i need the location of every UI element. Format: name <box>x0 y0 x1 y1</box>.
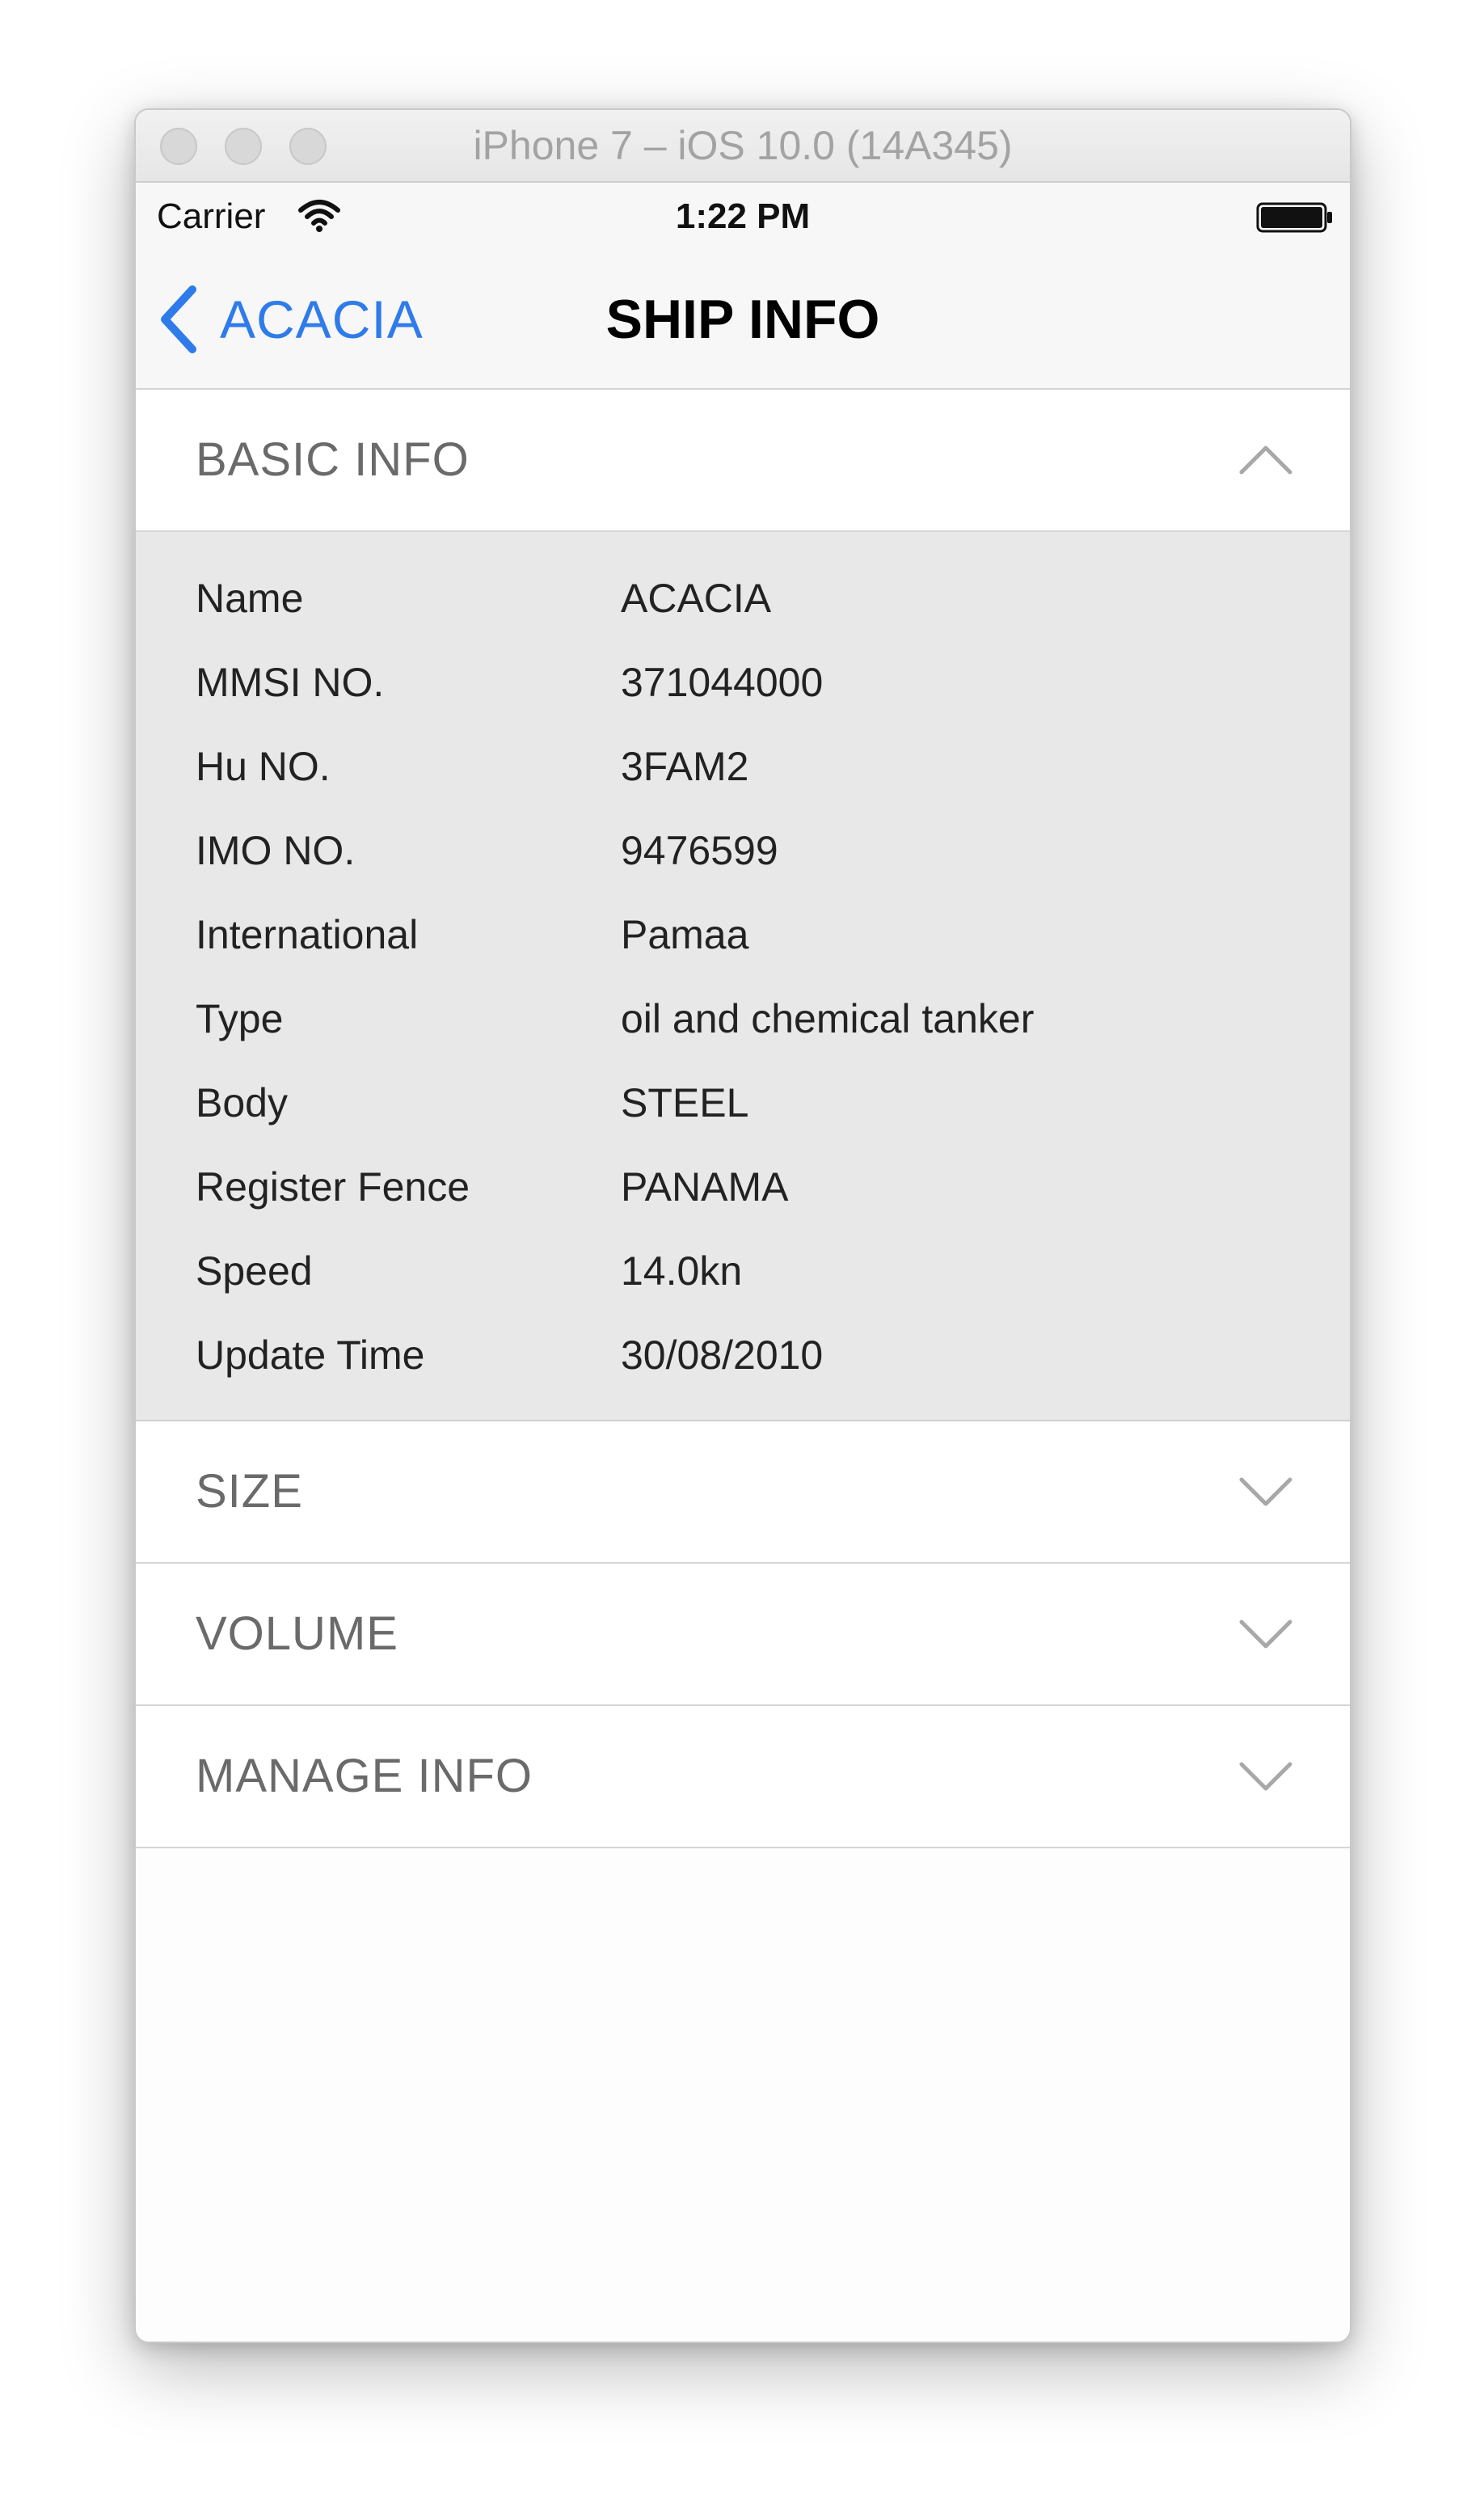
basic-info-panel: Name ACACIA MMSI NO. 371044000 Hu NO. 3F… <box>136 532 1350 1421</box>
detail-value: PANAMA <box>621 1164 789 1210</box>
section-title: SIZE <box>196 1465 303 1518</box>
detail-row-register-fence: Register Fence PANAMA <box>136 1145 1350 1229</box>
detail-value: 30/08/2010 <box>621 1332 824 1378</box>
detail-label: Hu NO. <box>196 744 331 789</box>
detail-label: Body <box>196 1080 288 1125</box>
detail-row-international: International Pamaa <box>136 893 1350 977</box>
detail-value: Pamaa <box>621 912 749 957</box>
section-header-size[interactable]: SIZE <box>136 1421 1350 1564</box>
window-titlebar: iPhone 7 – iOS 10.0 (14A345) <box>136 110 1350 183</box>
detail-label: Name <box>196 576 304 621</box>
detail-row-mmsi: MMSI NO. 371044000 <box>136 640 1350 724</box>
section-header-manage-info[interactable]: MANAGE INFO <box>136 1706 1350 1848</box>
detail-value: 9476599 <box>621 828 778 873</box>
section-title: MANAGE INFO <box>196 1750 533 1802</box>
detail-row-type: Type oil and chemical tanker <box>136 977 1350 1061</box>
detail-label: International <box>196 912 419 957</box>
detail-label: Type <box>196 996 284 1041</box>
detail-row-imo: IMO NO. 9476599 <box>136 809 1350 893</box>
empty-content-area <box>136 1848 1350 2342</box>
window-title: iPhone 7 – iOS 10.0 (14A345) <box>473 123 1013 168</box>
detail-value: oil and chemical tanker <box>621 996 1035 1041</box>
chevron-down-icon <box>1239 1620 1292 1649</box>
detail-row-speed: Speed 14.0kn <box>136 1229 1350 1313</box>
detail-row-hu: Hu NO. 3FAM2 <box>136 724 1350 809</box>
simulator-window: iPhone 7 – iOS 10.0 (14A345) Carrier 1:2… <box>134 108 1351 2343</box>
detail-label: Register Fence <box>196 1164 470 1210</box>
detail-label: Update Time <box>196 1332 425 1378</box>
page-title: SHIP INFO <box>605 289 880 350</box>
detail-value: STEEL <box>621 1080 749 1125</box>
section-header-volume[interactable]: VOLUME <box>136 1564 1350 1706</box>
detail-row-update-time: Update Time 30/08/2010 <box>136 1313 1350 1397</box>
detail-value: 14.0kn <box>621 1248 743 1294</box>
section-header-basic-info[interactable]: BASIC INFO <box>136 390 1350 532</box>
navigation-bar: ACACIA SHIP INFO <box>136 251 1350 390</box>
battery-icon <box>1256 202 1332 233</box>
chevron-up-icon <box>1239 446 1292 475</box>
detail-value: 371044000 <box>621 660 824 705</box>
detail-row-name: Name ACACIA <box>136 556 1350 640</box>
detail-label: IMO NO. <box>196 828 356 873</box>
section-title: VOLUME <box>196 1607 398 1660</box>
status-time: 1:22 PM <box>675 196 811 236</box>
section-title: BASIC INFO <box>196 433 470 486</box>
detail-value: 3FAM2 <box>621 744 749 789</box>
detail-value: ACACIA <box>621 576 772 621</box>
detail-label: Speed <box>196 1248 313 1294</box>
status-bar: Carrier 1:22 PM <box>136 183 1350 251</box>
chevron-down-icon <box>1239 1762 1292 1791</box>
detail-row-body: Body STEEL <box>136 1061 1350 1145</box>
detail-label: MMSI NO. <box>196 660 385 705</box>
chevron-down-icon <box>1239 1477 1292 1506</box>
